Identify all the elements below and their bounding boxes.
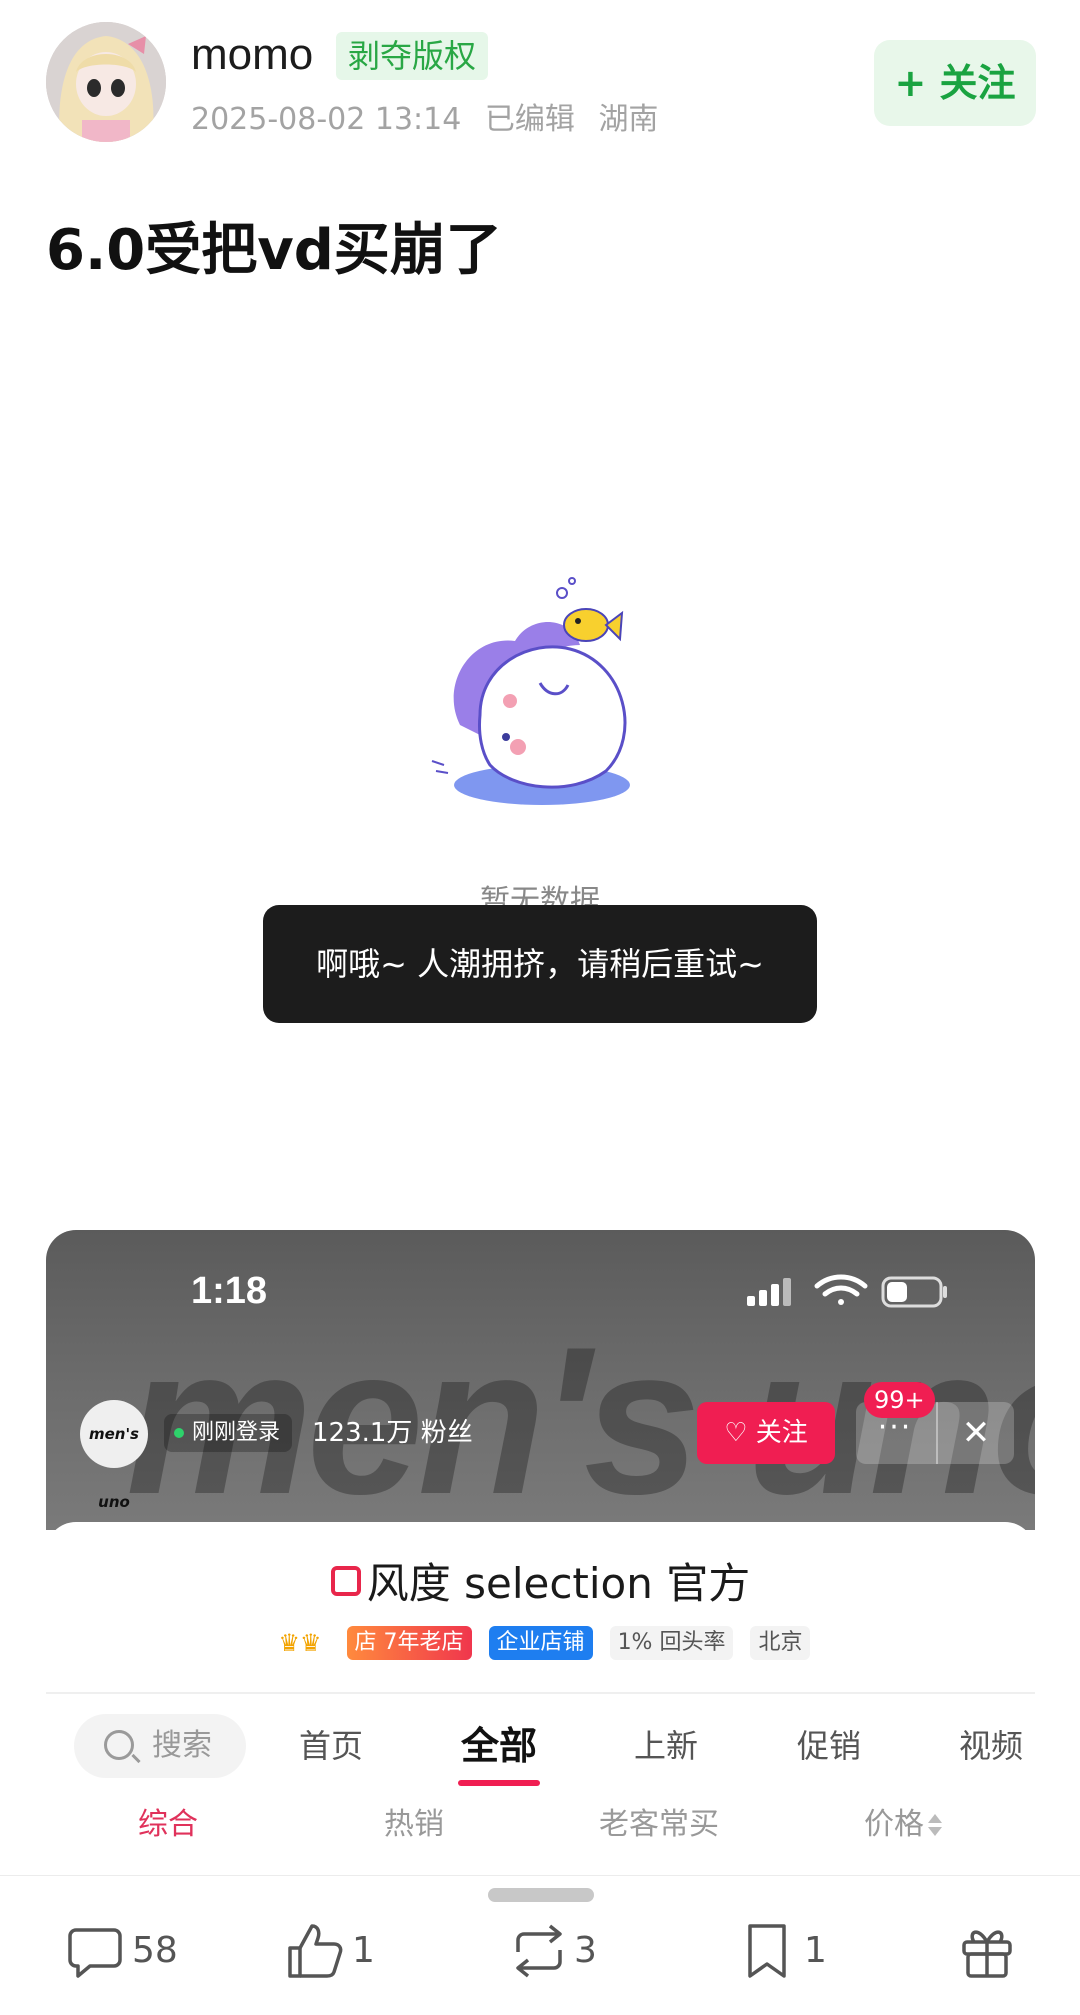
crown-icon: ♛♛	[278, 1629, 322, 1657]
comment-button[interactable]: 58	[66, 1916, 196, 1986]
enterprise-tag: 企业店铺	[488, 1626, 593, 1660]
status-bar-icons	[747, 1274, 947, 1308]
like-count: 1	[352, 1930, 375, 1971]
comment-count: 58	[132, 1930, 178, 1971]
old-store-tag: 店 7年老店	[346, 1626, 472, 1660]
bookmark-icon	[748, 1924, 786, 1978]
close-icon[interactable]: ✕	[936, 1402, 1014, 1464]
repurchase-tag: 1% 回头率	[609, 1626, 734, 1660]
follow-button[interactable]: + 关注	[874, 40, 1036, 126]
post-meta: 2025-08-02 13:14 已编辑 湖南	[191, 94, 672, 138]
repost-button[interactable]: 3	[508, 1916, 618, 1986]
post-edited-label: 已编辑	[484, 102, 575, 137]
author-avatar[interactable]	[46, 22, 166, 142]
copyright-badge: 剥夺版权	[336, 32, 489, 80]
gift-button[interactable]	[958, 1916, 1022, 1986]
bookmark-count: 1	[804, 1930, 827, 1971]
repost-count: 3	[574, 1930, 597, 1971]
shop-name: 风度 selection 官方	[46, 1550, 1035, 1611]
shop-follow-button[interactable]: ♡ 关注	[697, 1402, 835, 1464]
shop-follow-label: 关注	[755, 1418, 808, 1448]
fans-count: 123.1万 粉丝	[312, 1418, 473, 1448]
post-date: 2025-08-02 13:14	[191, 102, 462, 137]
avatar-doll-image	[46, 22, 166, 142]
sort-overall[interactable]: 综合	[138, 1800, 198, 1850]
shop-banner: men's uno 1:18 men's uno 刚刚登录 123.1万 粉丝	[46, 1230, 1035, 1530]
sort-arrows-icon	[928, 1814, 942, 1836]
sort-price[interactable]: 价格	[864, 1800, 942, 1850]
wifi-icon	[814, 1274, 868, 1305]
shop-tags: ♛♛ 店 7年老店 企业店铺 1% 回头率 北京	[46, 1626, 1035, 1660]
tab-home[interactable]: 首页	[286, 1714, 376, 1778]
bookmark-button[interactable]: 1	[738, 1916, 848, 1986]
shop-name-text: 风度 selection 官方	[366, 1559, 751, 1608]
search-label: 搜索	[152, 1728, 212, 1763]
tab-new[interactable]: 上新	[621, 1714, 711, 1778]
shop-info-panel: 风度 selection 官方 ♛♛ 店 7年老店 企业店铺 1% 回头率 北京…	[46, 1522, 1035, 1875]
tab-all[interactable]: 全部	[446, 1714, 552, 1778]
online-status: 刚刚登录	[164, 1414, 293, 1452]
search-icon	[104, 1730, 134, 1760]
heart-plus-icon: ♡	[724, 1418, 748, 1448]
post-location: 湖南	[598, 102, 659, 137]
tab-video[interactable]: 视频	[946, 1714, 1035, 1778]
sort-row: 综合 热销 老客常买 价格	[46, 1790, 1035, 1860]
empty-state-illustration	[431, 577, 630, 805]
shop-logo[interactable]: men's uno	[80, 1400, 148, 1511]
home-indicator	[488, 1888, 594, 1902]
status-bar-time: 1:18	[191, 1270, 268, 1312]
error-toast: 啊哦~ 人潮拥挤，请稍后重试~	[263, 905, 817, 1023]
post-title: 6.0受把vd买崩了	[46, 218, 502, 283]
like-button[interactable]: 1	[286, 1916, 396, 1986]
store-icon	[330, 1566, 361, 1596]
battery-icon	[881, 1276, 947, 1308]
sort-hot[interactable]: 热销	[384, 1800, 444, 1850]
gift-icon	[962, 1930, 1012, 1978]
notification-badge: 99+	[864, 1382, 935, 1418]
shop-nav: 搜索 首页 全部 上新 促销 视频	[46, 1694, 1035, 1790]
city-tag: 北京	[750, 1626, 811, 1660]
sort-price-label: 价格	[864, 1807, 924, 1842]
author-name[interactable]: momo	[191, 30, 313, 80]
shop-screenshot-card[interactable]: men's uno 1:18 men's uno 刚刚登录 123.1万 粉丝	[46, 1230, 1035, 1875]
active-tab-underline	[458, 1780, 540, 1786]
sort-repeat[interactable]: 老客常买	[599, 1800, 719, 1850]
tab-promo[interactable]: 促销	[784, 1714, 874, 1778]
shop-search-input[interactable]: 搜索	[74, 1714, 246, 1778]
thumbs-up-icon	[288, 1924, 343, 1978]
comment-icon	[68, 1928, 122, 1978]
repost-icon	[516, 1924, 562, 1978]
signal-icon	[747, 1278, 791, 1306]
post-header: momo 剥夺版权 2025-08-02 13:14 已编辑 湖南 + 关注	[46, 22, 1036, 142]
